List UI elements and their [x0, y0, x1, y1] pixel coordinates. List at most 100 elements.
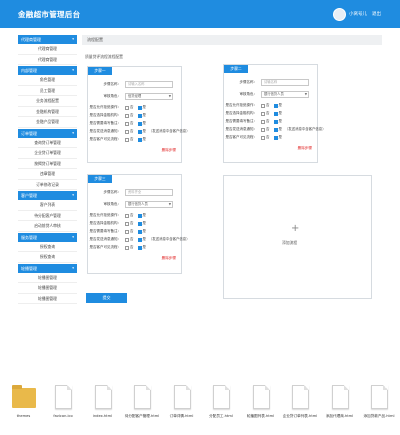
sidebar-item[interactable]: 金融产品管理 [18, 117, 77, 128]
file-item[interactable]: 轮播图列表.html [243, 383, 278, 419]
add-step-box[interactable]: + 添加流程 [223, 175, 372, 299]
sidebar-item[interactable]: 轮播图管理 [18, 283, 77, 294]
step-name-input[interactable]: 资料齐全 [125, 189, 173, 196]
option-row: 是否发送消息通知： 否 是（发送消息中含客户信息） [224, 126, 326, 133]
no-checkbox[interactable] [125, 245, 129, 250]
no-checkbox[interactable] [125, 105, 129, 110]
yes-checkbox[interactable] [137, 245, 142, 250]
yes-label: 是 [142, 121, 146, 125]
option-row: 是否允许拒绝操作： 否 是 [88, 104, 183, 111]
option-label: 是否选择金融机构： [225, 111, 258, 115]
sidebar-item[interactable]: 企业贷订单管理 [18, 148, 77, 159]
yes-checkbox[interactable] [137, 213, 142, 218]
yes-checkbox[interactable] [273, 111, 278, 116]
no-checkbox[interactable] [125, 113, 129, 118]
yes-checkbox[interactable] [137, 221, 142, 226]
sidebar-item[interactable]: 授权查询 [18, 252, 77, 263]
yes-label: 是 [278, 127, 282, 131]
no-checkbox[interactable] [261, 135, 265, 140]
no-checkbox[interactable] [125, 237, 129, 242]
sidebar-item[interactable]: 角色管理 [18, 75, 77, 86]
sidebar-item[interactable]: 违章管理 [18, 169, 77, 180]
sidebar-item[interactable]: 查询贷订单管理 [18, 137, 77, 148]
yes-checkbox[interactable] [137, 237, 142, 242]
sidebar-item[interactable]: 员工管理 [18, 85, 77, 96]
no-checkbox[interactable] [125, 137, 129, 142]
sidebar-item[interactable]: 业务流程配置 [18, 96, 77, 107]
no-checkbox[interactable] [261, 119, 265, 124]
sidebar-item[interactable]: 轮播图管理 [18, 272, 77, 283]
file-item[interactable]: 添加代理商.html [322, 383, 357, 419]
yes-checkbox[interactable] [137, 121, 142, 126]
option-label: 是否客户可见流程： [225, 135, 258, 139]
file-item[interactable]: index.html [85, 383, 120, 419]
sidebar-group[interactable]: 订单管理 ▾ [18, 128, 77, 138]
no-checkbox[interactable] [125, 213, 129, 218]
username[interactable]: 小窝号儿 [349, 11, 367, 17]
no-checkbox[interactable] [125, 129, 129, 134]
sidebar-group[interactable]: 轮播管理 ▾ [18, 263, 77, 273]
logout-link[interactable]: 退出 [372, 11, 381, 17]
no-checkbox[interactable] [261, 127, 265, 132]
file-item[interactable]: favicon.ico [46, 383, 81, 419]
step-name-label: 步骤名称： [239, 80, 258, 84]
role-select[interactable]: 银行信贷人员 ▼ [261, 91, 309, 98]
delete-step-link[interactable]: 删除步骤 [162, 148, 176, 153]
sidebar-group[interactable]: 客户管理 ▾ [18, 191, 77, 200]
sidebar-item[interactable]: 按揭贷订单管理 [18, 158, 77, 169]
avatar[interactable] [333, 8, 346, 21]
file-item[interactable]: 分配员工.html [204, 383, 239, 419]
yes-label: 是 [278, 119, 282, 123]
file-name: 分配员工.html [209, 414, 233, 418]
sidebar-item[interactable]: 启动前贷人审核 [18, 221, 77, 232]
sidebar-item[interactable]: 订单修改记录 [18, 179, 77, 190]
sidebar-group[interactable]: 服务管理 ▾ [18, 232, 77, 242]
yes-label: 是 [142, 221, 146, 225]
delete-step-link[interactable]: 删除步骤 [162, 256, 176, 261]
file-item[interactable]: themes [6, 383, 41, 419]
file-item[interactable]: 订单详情.html [164, 383, 199, 419]
file-name: 添加代理商.html [325, 414, 354, 418]
yes-label: 是 [142, 137, 146, 141]
no-checkbox[interactable] [125, 121, 129, 126]
file-thumbnail [130, 383, 154, 413]
yes-checkbox[interactable] [137, 113, 142, 118]
sidebar-item[interactable]: 金融机构管理 [18, 106, 77, 117]
yes-checkbox[interactable] [273, 103, 278, 108]
sidebar-item[interactable]: 客户列表 [18, 200, 77, 211]
yes-checkbox[interactable] [137, 129, 142, 134]
role-value: 银行信贷人员 [264, 92, 284, 96]
sidebar-item[interactable]: 轮播图管理 [18, 293, 77, 304]
yes-checkbox[interactable] [137, 137, 142, 142]
no-checkbox[interactable] [261, 103, 265, 108]
sidebar-group[interactable]: 内部管理 ▾ [18, 66, 77, 75]
sidebar-group[interactable]: 代理商管理 ▾ [18, 35, 77, 44]
no-checkbox[interactable] [125, 221, 129, 226]
yes-checkbox[interactable] [273, 135, 278, 140]
sidebar-item[interactable]: 代理商管理 [18, 54, 77, 65]
file-item[interactable]: 添加贷款产品.html [362, 383, 397, 419]
yes-checkbox[interactable] [137, 229, 142, 234]
sidebar-item[interactable]: 授权查询 [18, 241, 77, 252]
delete-step-link[interactable]: 删除步骤 [298, 146, 312, 151]
no-checkbox[interactable] [261, 111, 265, 116]
sidebar-item[interactable]: 待分配客户管理 [18, 210, 77, 221]
file-thumbnail [367, 383, 391, 413]
yes-checkbox[interactable] [273, 119, 278, 124]
step-name-input[interactable]: 请输入名称 [125, 81, 173, 88]
sidebar-group-label: 客户管理 [21, 193, 37, 198]
role-select[interactable]: 信贷经理 ▼ [125, 93, 173, 100]
folder-icon [11, 385, 36, 408]
yes-label: 是 [142, 213, 146, 217]
yes-checkbox[interactable] [137, 105, 142, 110]
submit-button[interactable]: 提交 [86, 293, 127, 303]
no-checkbox[interactable] [125, 229, 129, 234]
sidebar-item[interactable]: 代理商管理 [18, 44, 77, 55]
file-item[interactable]: 待分配客户管理.html [125, 383, 160, 419]
chevron-down-icon: ▾ [72, 37, 74, 41]
yes-checkbox[interactable] [273, 127, 278, 132]
step-name-input[interactable]: 请输名称 [261, 79, 309, 86]
role-select[interactable]: 银行信贷人员 ▼ [125, 201, 173, 208]
file-item[interactable]: 企业贷订单列表.html [283, 383, 318, 419]
msg-note: （发送消息中含客户信息） [148, 129, 190, 133]
